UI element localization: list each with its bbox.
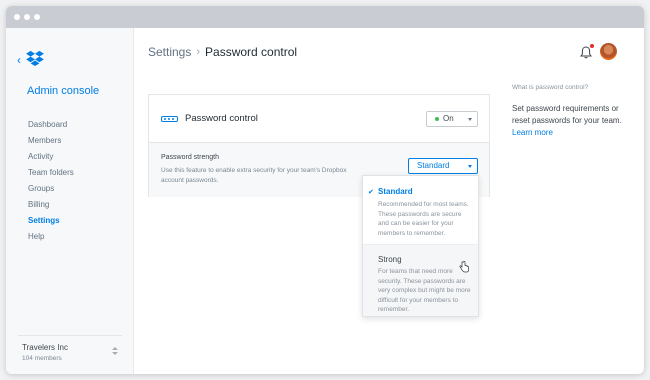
option-title: Strong	[378, 255, 402, 264]
admin-console-title: Admin console	[27, 85, 100, 97]
team-member-count: 104 members	[22, 355, 62, 362]
sidebar-item-members[interactable]: Members	[28, 133, 74, 149]
password-strength-value: Standard	[417, 161, 450, 170]
toggle-value: On	[443, 114, 454, 123]
sidebar-item-help[interactable]: Help	[28, 229, 74, 245]
checkmark-icon: ✔	[368, 189, 374, 196]
sidebar-nav: Dashboard Members Activity Team folders …	[28, 117, 74, 245]
hand-pointer-cursor-icon	[459, 261, 469, 273]
password-field-icon	[161, 116, 178, 122]
sidebar-divider	[18, 335, 122, 336]
password-control-title: Password control	[185, 113, 258, 124]
option-description: Recommended for most teams. These passwo…	[378, 201, 469, 237]
password-strength-description: Use this feature to enable extra securit…	[161, 167, 347, 184]
notification-bell-icon[interactable]	[580, 46, 592, 59]
chevron-down-icon	[468, 165, 472, 168]
back-chevron-icon[interactable]: ‹	[17, 53, 21, 67]
page-title: Password control	[205, 45, 298, 59]
status-on-dot	[435, 117, 439, 121]
help-text: Set password requirements or reset passw…	[512, 104, 622, 125]
window-close-dot[interactable]	[14, 14, 20, 20]
option-description: For teams that need more security. These…	[378, 268, 471, 313]
sidebar-item-dashboard[interactable]: Dashboard	[28, 117, 74, 133]
password-control-toggle-select[interactable]: On	[426, 111, 478, 127]
window-minimize-dot[interactable]	[24, 14, 30, 20]
window-controls[interactable]	[14, 14, 40, 20]
user-avatar[interactable]	[600, 43, 617, 60]
window-zoom-dot[interactable]	[34, 14, 40, 20]
team-switcher-icon[interactable]	[111, 346, 119, 358]
dropbox-logo-icon[interactable]	[26, 50, 44, 66]
team-name[interactable]: Travelers Inc	[22, 343, 68, 352]
password-strength-label: Password strength	[161, 154, 219, 161]
dropdown-option-strong[interactable]: Strong For teams that need more security…	[363, 244, 478, 316]
sidebar-item-team-folders[interactable]: Team folders	[28, 165, 74, 181]
breadcrumb-settings-link[interactable]: Settings	[148, 45, 191, 59]
password-strength-select[interactable]: Standard	[408, 158, 478, 174]
option-title: Standard	[378, 187, 413, 196]
breadcrumb: Settings › Password control	[148, 45, 297, 59]
learn-more-link[interactable]: Learn more	[512, 128, 553, 137]
notification-badge	[590, 44, 594, 48]
sidebar-item-settings[interactable]: Settings	[28, 213, 74, 229]
dropdown-option-standard[interactable]: ✔ Standard Recommended for most teams. T…	[363, 176, 478, 244]
sidebar-item-activity[interactable]: Activity	[28, 149, 74, 165]
chevron-down-icon	[468, 118, 472, 121]
help-question: What is password control?	[512, 84, 589, 91]
sidebar-item-billing[interactable]: Billing	[28, 197, 74, 213]
sidebar: ‹ Admin console Dashboard Members Activi…	[6, 28, 134, 374]
password-control-row: Password control On	[149, 95, 489, 143]
password-strength-dropdown: ✔ Standard Recommended for most teams. T…	[362, 175, 479, 317]
breadcrumb-separator: ›	[196, 46, 201, 58]
window-titlebar	[6, 6, 644, 28]
sidebar-item-groups[interactable]: Groups	[28, 181, 74, 197]
